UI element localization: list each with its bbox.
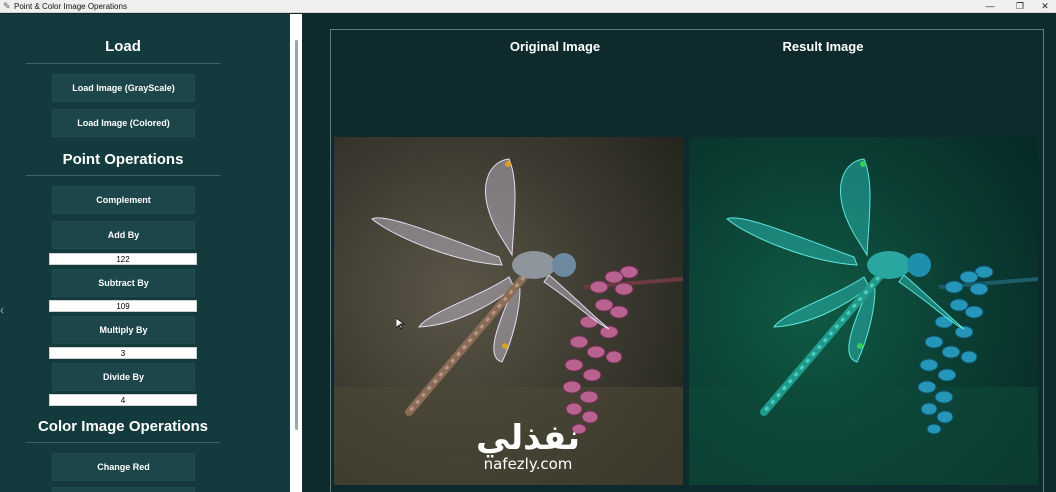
color-operations-title: Color Image Operations [37,418,209,435]
load-section-divider [26,63,220,64]
watermark-arabic-text: نفذلي [475,418,581,458]
change-red-button[interactable]: Change Red [52,453,195,481]
next-color-button[interactable] [52,487,195,492]
close-button[interactable]: ✕ [1030,0,1056,13]
add-by-button[interactable]: Add By [52,221,195,249]
minimize-button[interactable]: — [975,0,1005,13]
chevron-left-icon: ‹ [0,303,4,317]
mouse-cursor-icon [396,318,404,330]
multiply-by-button[interactable]: Multiply By [52,316,195,344]
feather-app-icon: ✎ [3,1,11,11]
load-grayscale-button[interactable]: Load Image (GrayScale) [52,74,195,102]
nafezly-watermark: نفذلي nafezly.com [458,418,598,472]
point-operations-divider [26,175,220,176]
point-operations-title: Point Operations [62,151,184,168]
divide-by-button[interactable]: Divide By [52,363,195,391]
divide-value-input[interactable] [49,394,197,406]
panel-scrollbar-thumb[interactable] [295,40,298,430]
result-image-title: Result Image [782,39,864,54]
subtract-value-input[interactable] [49,300,197,312]
window-title-bar: ✎ Point & Color Image Operations — ❐ ✕ [0,0,1056,13]
window-title: Point & Color Image Operations [14,2,127,11]
watermark-domain-text: nafezly.com [483,455,573,473]
complement-button[interactable]: Complement [52,186,195,214]
subtract-by-button[interactable]: Subtract By [52,269,195,297]
original-image-title: Original Image [509,39,601,54]
result-image [689,137,1038,485]
multiply-value-input[interactable] [49,347,197,359]
color-operations-divider [26,442,220,443]
load-colored-button[interactable]: Load Image (Colored) [52,109,195,137]
add-value-input[interactable] [49,253,197,265]
load-section-title: Load [105,38,141,55]
